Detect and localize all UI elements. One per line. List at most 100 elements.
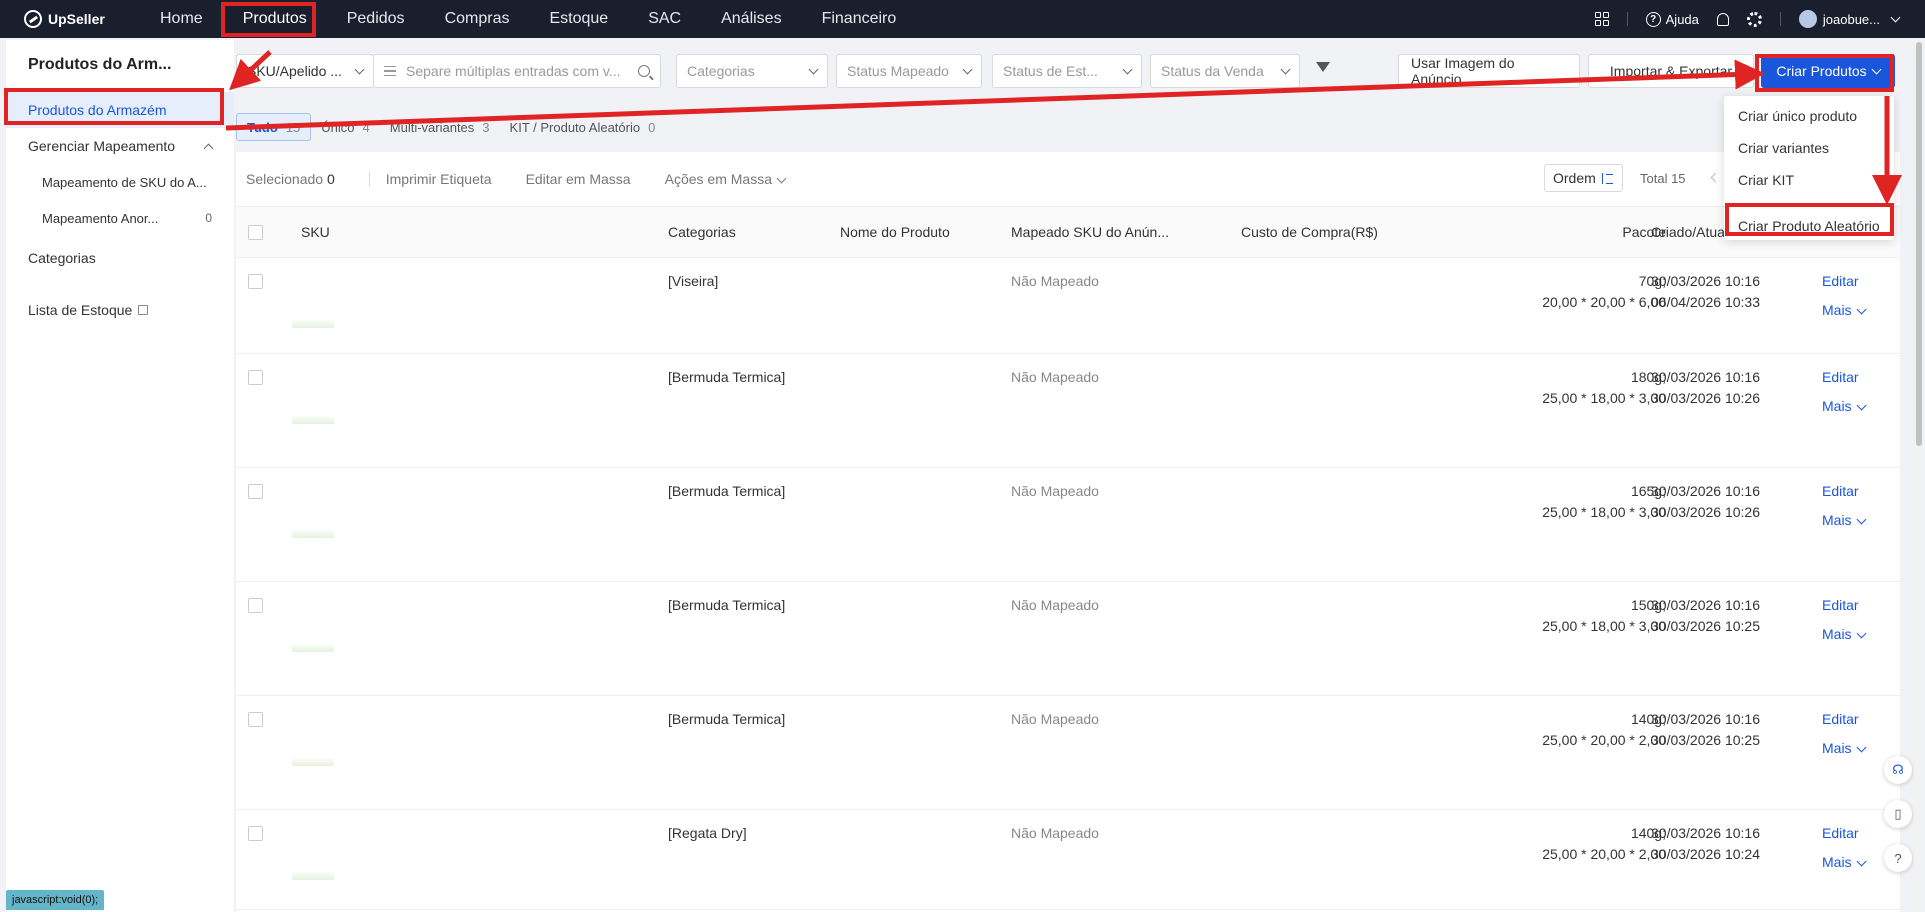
sidebar-item-lista-estoque[interactable]: Lista de Estoque	[6, 292, 234, 328]
sidebar-item-count: 0	[205, 211, 212, 225]
filter-icon[interactable]	[1316, 62, 1330, 72]
row-dimensoes: 25,00 * 18,00 * 3,00	[1542, 390, 1666, 406]
usar-imagem-button[interactable]: Usar Imagem do Anúncio	[1398, 54, 1580, 88]
help-circle-icon[interactable]: ?	[1884, 844, 1912, 872]
sidebar: Produtos do Arm... Produtos do Armazém G…	[6, 40, 234, 912]
tab-kit[interactable]: KIT / Produto Aleatório 0	[500, 113, 666, 141]
mais-link[interactable]: Mais	[1822, 512, 1867, 528]
mobile-icon[interactable]: ▯	[1884, 800, 1912, 828]
product-thumbnail[interactable]	[292, 820, 334, 880]
select-all-checkbox[interactable]	[248, 225, 263, 240]
status-estoque-value: Status de Est...	[1003, 63, 1098, 79]
tab-tudo[interactable]: Tudo 15	[236, 113, 312, 141]
nav-analises[interactable]: Análises	[701, 0, 801, 38]
product-thumbnail[interactable]	[292, 478, 334, 538]
product-thumbnail[interactable]	[292, 592, 334, 652]
row-mapeado: Não Mapeado	[1011, 711, 1099, 727]
nav-sac[interactable]: SAC	[628, 0, 701, 38]
sidebar-item-label: Categorias	[28, 250, 96, 266]
highlight-criar-produto-aleatorio	[1725, 203, 1894, 236]
table-row: [Bermuda Termica] Não Mapeado 150g; 25,00 *…	[236, 582, 1900, 696]
row-mapeado: Não Mapeado	[1011, 369, 1099, 385]
ordem-button[interactable]: Ordem	[1544, 164, 1623, 192]
menu-item-criar-variantes[interactable]: Criar variantes	[1724, 132, 1894, 164]
header-criado[interactable]: Criado/Atua	[1651, 224, 1725, 240]
mais-link[interactable]: Mais	[1822, 626, 1867, 642]
sku-type-select[interactable]: SKU/Apelido ...	[236, 54, 374, 88]
tab-label: Único	[321, 119, 355, 135]
product-thumbnail[interactable]	[292, 268, 334, 328]
mais-link[interactable]: Mais	[1822, 398, 1867, 414]
nav-home[interactable]: Home	[140, 0, 223, 38]
editar-massa-button[interactable]: Editar em Massa	[526, 171, 649, 187]
row-atualizado: 30/03/2026 10:24	[1651, 846, 1760, 862]
product-thumbnail[interactable]	[292, 706, 334, 766]
search-input[interactable]: Separe múltiplas entradas com v...	[373, 54, 661, 88]
imprimir-etiqueta-button[interactable]: Imprimir Etiqueta	[386, 171, 510, 187]
row-atualizado: 30/03/2026 10:26	[1651, 390, 1760, 406]
highlight-sidebar-produtos-armazem	[4, 88, 224, 125]
editar-link[interactable]: Editar	[1822, 825, 1859, 841]
row-dimensoes: 25,00 * 20,00 * 2,00	[1542, 732, 1666, 748]
help-link[interactable]: ? Ajuda	[1645, 11, 1699, 27]
row-checkbox[interactable]	[248, 484, 263, 499]
sidebar-item-categorias[interactable]: Categorias	[6, 240, 234, 276]
table-header: SKU Categorias Nome do Produto Mapeado S…	[236, 207, 1900, 258]
page-scrollbar[interactable]	[1914, 40, 1924, 912]
row-checkbox[interactable]	[248, 712, 263, 727]
mais-label: Mais	[1822, 302, 1852, 318]
sidebar-item-mapeamento-anormal[interactable]: Mapeamento Anor... 0	[6, 200, 234, 236]
apps-grid-icon[interactable]	[1594, 12, 1609, 26]
editar-link[interactable]: Editar	[1822, 711, 1859, 727]
row-checkbox[interactable]	[248, 274, 263, 289]
tab-count: 0	[648, 119, 656, 135]
editar-link[interactable]: Editar	[1822, 369, 1859, 385]
mais-link[interactable]: Mais	[1822, 854, 1867, 870]
tab-unico[interactable]: Único 4	[311, 113, 379, 141]
status-estoque-select[interactable]: Status de Est...	[992, 54, 1142, 88]
status-venda-select[interactable]: Status da Venda	[1150, 54, 1300, 88]
chevron-down-icon	[1856, 514, 1867, 525]
importar-exportar-button[interactable]: Importar & Exportar	[1588, 54, 1754, 88]
nav-compras[interactable]: Compras	[425, 0, 530, 38]
sidebar-item-label: Lista de Estoque	[28, 302, 133, 318]
product-thumbnail[interactable]	[292, 364, 334, 424]
row-categoria: [Bermuda Termica]	[668, 483, 786, 499]
sidebar-item-mapeamento-sku[interactable]: Mapeamento de SKU do A...	[6, 164, 234, 200]
row-checkbox[interactable]	[248, 598, 263, 613]
menu-item-criar-kit[interactable]: Criar KIT	[1724, 164, 1894, 196]
categorias-select[interactable]: Categorias	[676, 54, 828, 88]
gear-icon[interactable]	[1746, 11, 1762, 27]
nav-pedidos[interactable]: Pedidos	[327, 0, 425, 38]
logo[interactable]: UpSeller	[0, 10, 140, 28]
mais-link[interactable]: Mais	[1822, 302, 1867, 318]
menu-item-criar-unico[interactable]: Criar único produto	[1724, 100, 1894, 132]
sidebar-title-text: Produtos do Arm...	[28, 56, 172, 73]
bell-icon[interactable]	[1716, 12, 1729, 26]
scrollbar-thumb[interactable]	[1916, 42, 1922, 446]
tab-multi-variantes[interactable]: Multi-variantes 3	[380, 113, 500, 141]
row-mapeado: Não Mapeado	[1011, 483, 1099, 499]
editar-link[interactable]: Editar	[1822, 483, 1859, 499]
editar-link[interactable]: Editar	[1822, 273, 1859, 289]
row-categoria: [Bermuda Termica]	[668, 711, 786, 727]
headset-icon[interactable]: ☊	[1884, 756, 1912, 784]
main-content: SKU/Apelido ... Separe múltiplas entrada…	[236, 40, 1900, 912]
row-checkbox[interactable]	[248, 826, 263, 841]
user-menu[interactable]: joaobue...	[1798, 10, 1901, 28]
acoes-massa-button[interactable]: Ações em Massa	[665, 171, 803, 187]
row-categoria: [Bermuda Termica]	[668, 597, 786, 613]
row-checkbox[interactable]	[248, 370, 263, 385]
header-sku[interactable]: SKU	[301, 224, 330, 240]
editar-link[interactable]: Editar	[1822, 597, 1859, 613]
mais-link[interactable]: Mais	[1822, 740, 1867, 756]
nav-financeiro[interactable]: Financeiro	[802, 0, 917, 38]
nav-estoque[interactable]: Estoque	[529, 0, 628, 38]
chevron-up-icon	[199, 139, 234, 154]
sidebar-item-gerenciar-mapeamento[interactable]: Gerenciar Mapeamento	[6, 128, 234, 164]
status-mapeado-select[interactable]: Status Mapeado	[836, 54, 982, 88]
table-row: [Bermuda Termica] Não Mapeado 140g; 25,00 *…	[236, 696, 1900, 810]
tab-label: Multi-variantes	[389, 119, 475, 135]
chevron-left-icon[interactable]	[1710, 172, 1721, 183]
search-icon[interactable]	[638, 65, 650, 77]
